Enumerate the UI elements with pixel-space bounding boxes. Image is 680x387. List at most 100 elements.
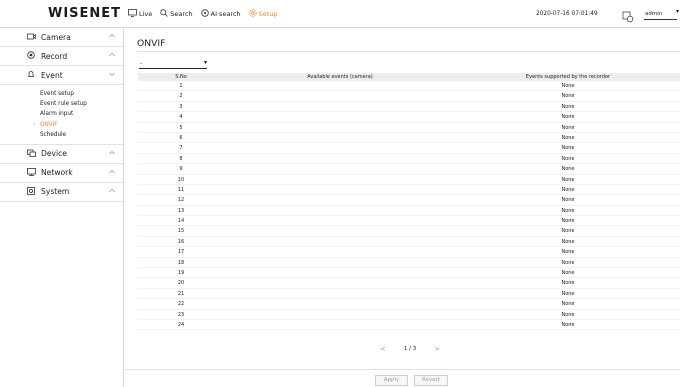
table-row[interactable]: 6 None bbox=[138, 133, 680, 144]
sidebar-item-schedule[interactable]: Schedule bbox=[0, 130, 123, 140]
chevron-up-icon bbox=[109, 188, 115, 193]
top-bar: WISENET Live Search AI search Setup 2020… bbox=[0, 0, 680, 28]
sidebar-device[interactable]: Device bbox=[0, 145, 123, 164]
cell-available-event bbox=[224, 206, 456, 215]
table-row[interactable]: 8 None bbox=[138, 154, 680, 165]
cell-supported-event: None bbox=[561, 238, 575, 245]
cell-supported-event: None bbox=[561, 103, 575, 110]
event-submenu: Event setup Event rule setup Alarm input… bbox=[0, 85, 123, 145]
chevron-up-icon bbox=[109, 150, 115, 155]
table-row[interactable]: 21 None bbox=[138, 289, 680, 300]
table-header: S.No Available events (camera) Events su… bbox=[138, 73, 680, 81]
table-row[interactable]: 1 None bbox=[138, 81, 680, 92]
divider bbox=[137, 51, 680, 52]
divider bbox=[125, 369, 680, 370]
table-row[interactable]: 22 None bbox=[138, 299, 680, 310]
table-row[interactable]: 10 None bbox=[138, 175, 680, 185]
cell-supported-event: None bbox=[561, 155, 575, 162]
system-icon bbox=[25, 187, 37, 197]
sidebar-system[interactable]: System bbox=[0, 183, 123, 202]
cell-available-event bbox=[224, 133, 456, 142]
cell-available-event bbox=[224, 226, 456, 235]
cell-available-event bbox=[224, 216, 456, 225]
subitem-label: Alarm input bbox=[40, 111, 74, 118]
sidebar-record[interactable]: Record bbox=[0, 47, 123, 66]
table-row[interactable]: 7 None bbox=[138, 143, 680, 154]
cell-sno: 16 bbox=[177, 238, 185, 245]
cell-supported-event: None bbox=[561, 197, 575, 204]
prev-page-button[interactable]: < bbox=[380, 345, 386, 353]
sidebar-event[interactable]: Event bbox=[0, 66, 123, 85]
cell-available-event bbox=[224, 278, 456, 287]
revert-button[interactable]: Revert bbox=[414, 375, 448, 386]
table-row[interactable]: 12 None bbox=[138, 195, 680, 206]
table-row[interactable]: 3 None bbox=[138, 102, 680, 113]
sidebar-record-label: Record bbox=[41, 51, 68, 61]
cell-available-event bbox=[224, 195, 456, 204]
table-row[interactable]: 11 None bbox=[138, 185, 680, 196]
datetime-display: 2020-07-16 07:01:49 bbox=[536, 11, 598, 17]
table-row[interactable]: 14 None bbox=[138, 216, 680, 227]
table-row[interactable]: 23 None bbox=[138, 310, 680, 320]
sidebar-camera-label: Camera bbox=[41, 32, 71, 42]
table-row[interactable]: 16 None bbox=[138, 237, 680, 248]
table-row[interactable]: 2 None bbox=[138, 91, 680, 102]
cell-available-event bbox=[224, 143, 456, 152]
table-row[interactable]: 5 None bbox=[138, 123, 680, 133]
table-row[interactable]: 17 None bbox=[138, 247, 680, 258]
chevron-down-icon bbox=[109, 72, 115, 76]
next-page-button[interactable]: > bbox=[434, 345, 440, 353]
cell-supported-event: None bbox=[561, 114, 575, 121]
cell-supported-event: None bbox=[561, 145, 575, 152]
cell-available-event bbox=[224, 154, 456, 163]
sidebar-item-onvif[interactable]: › ONVIF bbox=[0, 120, 123, 130]
cell-supported-event: None bbox=[561, 176, 575, 183]
sidebar-camera[interactable]: Camera bbox=[0, 28, 123, 47]
top-nav: Live Search AI search Setup bbox=[128, 0, 278, 28]
header-supported-events: Events supported by the recorder bbox=[525, 74, 611, 80]
table-row[interactable]: 24 None bbox=[138, 320, 680, 331]
nav-live[interactable]: Live bbox=[128, 8, 153, 20]
cell-supported-event: None bbox=[561, 93, 575, 100]
user-dropdown[interactable]: admin ▾ bbox=[644, 8, 679, 20]
nav-ai-search[interactable]: AI search bbox=[200, 8, 241, 20]
active-marker-icon: › bbox=[33, 120, 36, 128]
user-icon[interactable] bbox=[622, 8, 634, 23]
subitem-label: Event setup bbox=[40, 91, 75, 97]
cell-sno: 17 bbox=[177, 249, 185, 256]
sidebar-item-alarm-input[interactable]: Alarm input bbox=[0, 109, 123, 119]
channel-select[interactable]: - ▾ bbox=[139, 59, 207, 69]
table-row[interactable]: 4 None bbox=[138, 112, 680, 123]
table-row[interactable]: 19 None bbox=[138, 268, 680, 279]
cell-available-event bbox=[224, 320, 456, 329]
sidebar-item-event-rule-setup[interactable]: Event rule setup bbox=[0, 99, 123, 109]
nav-setup[interactable]: Setup bbox=[248, 8, 278, 20]
cell-supported-event: None bbox=[561, 207, 575, 214]
nav-search[interactable]: Search bbox=[160, 8, 193, 20]
table-row[interactable]: 18 None bbox=[138, 258, 680, 269]
cell-available-event bbox=[224, 299, 456, 308]
nav-search-label: Search bbox=[170, 10, 193, 18]
cell-available-event bbox=[224, 247, 456, 256]
chevron-up-icon bbox=[109, 53, 115, 57]
cell-supported-event: None bbox=[561, 301, 575, 308]
event-icon bbox=[25, 70, 37, 80]
cell-available-event bbox=[224, 175, 456, 184]
page-indicator: 1 / 3 bbox=[403, 346, 417, 352]
apply-button[interactable]: Apply bbox=[375, 375, 408, 386]
cell-supported-event: None bbox=[561, 270, 575, 277]
cell-supported-event: None bbox=[561, 83, 575, 89]
nav-live-label: Live bbox=[139, 10, 153, 18]
table-row[interactable]: 15 None bbox=[138, 226, 680, 237]
cell-available-event bbox=[224, 268, 456, 277]
sidebar-item-event-setup[interactable]: Event setup bbox=[0, 89, 123, 99]
table-row[interactable]: 20 None bbox=[138, 278, 680, 289]
nav-ai-search-label: AI search bbox=[210, 10, 241, 18]
cell-supported-event: None bbox=[561, 134, 575, 141]
cell-supported-event: None bbox=[561, 186, 575, 193]
table-row[interactable]: 9 None bbox=[138, 164, 680, 175]
table-row[interactable]: 13 None bbox=[138, 206, 680, 217]
sidebar-network[interactable]: Network bbox=[0, 164, 123, 183]
user-name: admin bbox=[645, 11, 663, 17]
sidebar-system-label: System bbox=[41, 187, 70, 197]
